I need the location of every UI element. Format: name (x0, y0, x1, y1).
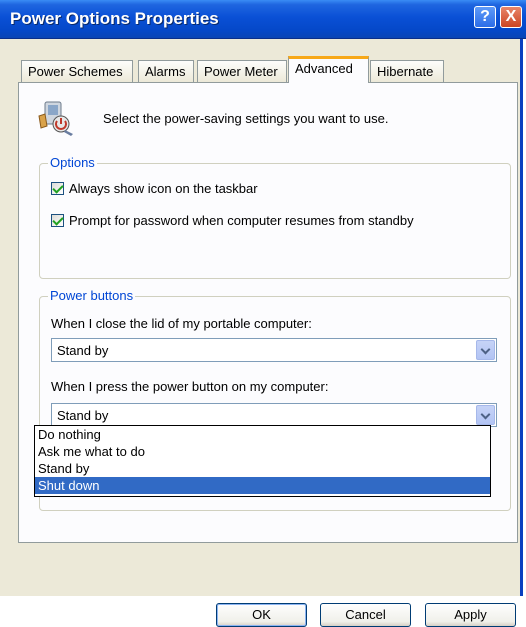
ok-button[interactable]: OK (216, 603, 307, 627)
help-button[interactable]: ? (474, 6, 496, 28)
tab-power-meter[interactable]: Power Meter (197, 60, 287, 82)
dialog-body: Power Schemes Alarms Power Meter Advance… (0, 39, 523, 627)
power-button-action-select[interactable]: Stand by (51, 403, 497, 427)
tab-hibernate[interactable]: Hibernate (370, 60, 444, 82)
checkbox-checked-icon[interactable] (51, 182, 64, 195)
always-show-icon-checkbox[interactable]: Always show icon on the taskbar (51, 181, 258, 196)
option-stand-by[interactable]: Stand by (35, 460, 490, 477)
cancel-button[interactable]: Cancel (320, 603, 411, 627)
always-show-icon-label: Always show icon on the taskbar (69, 181, 258, 196)
lid-action-select[interactable]: Stand by (51, 338, 497, 362)
options-group: Options Always show icon on the taskbar … (39, 155, 511, 279)
tab-alarms[interactable]: Alarms (138, 60, 194, 82)
lid-close-label: When I close the lid of my portable comp… (51, 316, 312, 331)
power-button-options-list: Do nothing Ask me what to do Stand by Sh… (34, 425, 491, 497)
chevron-down-icon[interactable] (476, 340, 495, 360)
tab-power-schemes[interactable]: Power Schemes (21, 60, 133, 82)
power-button-action-value: Stand by (57, 408, 109, 423)
window-title: Power Options Properties (10, 9, 219, 28)
power-settings-icon (38, 101, 73, 136)
option-do-nothing[interactable]: Do nothing (35, 426, 490, 443)
checkbox-checked-icon[interactable] (51, 214, 64, 227)
power-button-label: When I press the power button on my comp… (51, 379, 329, 394)
options-group-title: Options (48, 155, 97, 170)
prompt-password-label: Prompt for password when computer resume… (69, 213, 414, 228)
lid-action-value: Stand by (57, 343, 109, 358)
option-shut-down[interactable]: Shut down (35, 477, 490, 494)
tab-advanced[interactable]: Advanced (288, 56, 369, 83)
intro-text: Select the power-saving settings you wan… (103, 111, 389, 126)
prompt-password-checkbox[interactable]: Prompt for password when computer resume… (51, 213, 414, 228)
title-bar: Power Options Properties ? X (0, 0, 526, 39)
chevron-down-icon[interactable] (476, 405, 495, 425)
close-button[interactable]: X (500, 6, 522, 28)
option-ask-me[interactable]: Ask me what to do (35, 443, 490, 460)
apply-button[interactable]: Apply (425, 603, 516, 627)
power-buttons-group-title: Power buttons (48, 288, 136, 303)
